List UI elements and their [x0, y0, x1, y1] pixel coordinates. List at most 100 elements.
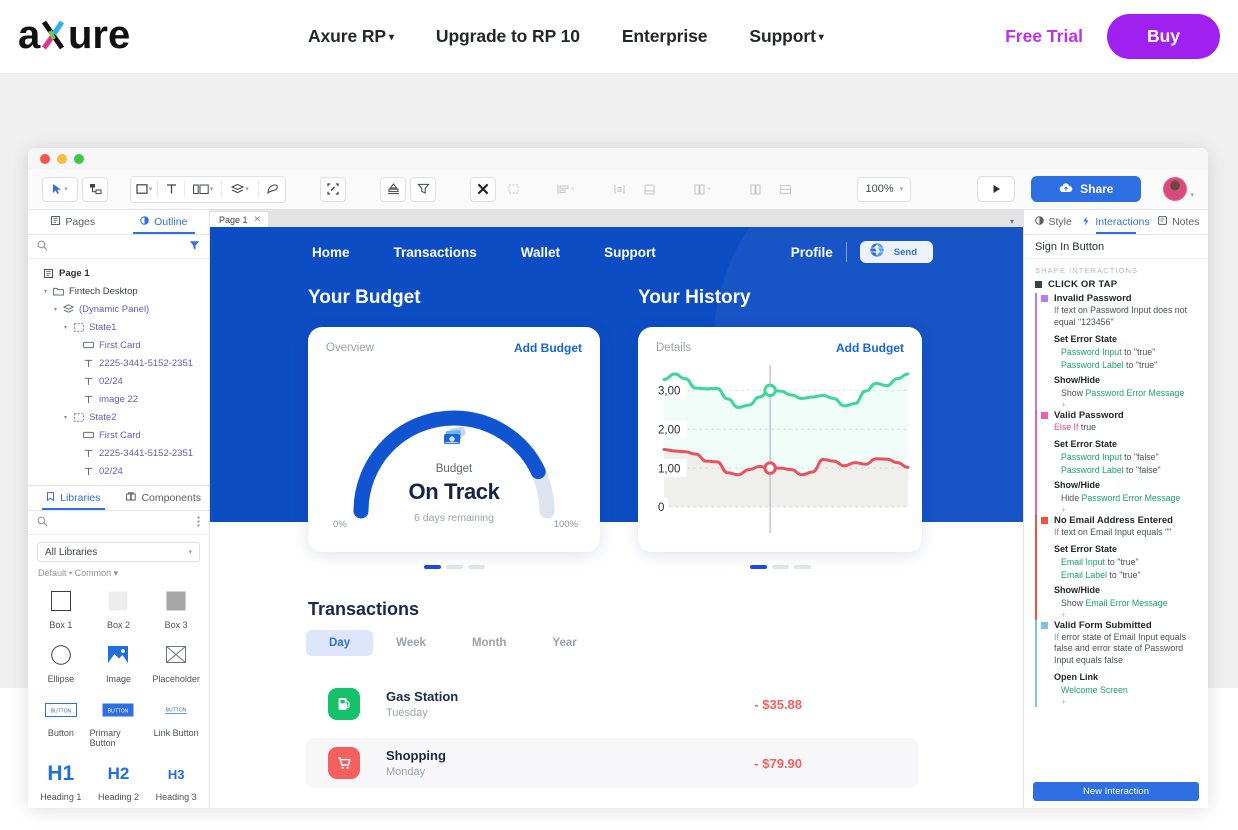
tree-node-02-24[interactable]: 02/24 — [28, 372, 209, 390]
add-budget-link-2[interactable]: Add Budget — [836, 341, 904, 355]
tab-libraries[interactable]: Libraries — [28, 486, 119, 510]
history-pagination-dots[interactable] — [638, 565, 922, 569]
dot-1[interactable] — [424, 565, 441, 569]
tab-style[interactable]: Style — [1024, 210, 1082, 234]
filter-icon[interactable] — [189, 238, 200, 256]
connector-tool-button[interactable] — [82, 177, 108, 202]
search-icon[interactable] — [37, 514, 48, 532]
library-item-heading-2[interactable]: H2Heading 2 — [90, 754, 148, 808]
tree-node-first-card[interactable]: First Card — [28, 336, 209, 354]
library-item-button[interactable]: BUTTONButton — [32, 690, 90, 754]
tab-interactions[interactable]: Interactions — [1082, 210, 1149, 234]
range-tab-month[interactable]: Month — [449, 630, 529, 656]
library-breadcrumb[interactable]: Default • Common ▾ — [28, 562, 209, 582]
add-action-button[interactable]: + — [1054, 697, 1208, 707]
buy-button[interactable]: Buy — [1107, 14, 1220, 59]
library-item-heading-3[interactable]: H3Heading 3 — [147, 754, 205, 808]
group-button[interactable] — [636, 177, 662, 202]
minimize-window-icon[interactable] — [57, 154, 67, 164]
tree-node-state1[interactable]: ▾State1 — [28, 318, 209, 336]
expand-arrow-icon[interactable]: ▾ — [44, 288, 52, 295]
page-tab[interactable]: Page 1 ✕ — [210, 212, 268, 227]
library-item-placeholder[interactable]: Placeholder — [147, 636, 205, 690]
expand-arrow-icon[interactable]: ▾ — [54, 306, 62, 313]
dot-2[interactable] — [772, 565, 789, 569]
tab-notes[interactable]: Notes — [1150, 210, 1208, 234]
prototype-nav-home[interactable]: Home — [312, 245, 350, 260]
interaction-case-invalid-password[interactable]: Invalid PasswordIf text on Password Inpu… — [1035, 293, 1208, 410]
nav-item-upgrade[interactable]: Upgrade to RP 10 — [436, 26, 580, 47]
stack-view-button[interactable] — [772, 177, 798, 202]
tree-node-page-1[interactable]: Page 1 — [28, 264, 209, 282]
dot-3[interactable] — [794, 565, 811, 569]
axure-logo[interactable]: a ure — [18, 12, 168, 62]
library-select[interactable]: All Libraries ▾ — [37, 542, 200, 562]
table-row[interactable]: Gas Station Tuesday - $35.88 — [306, 679, 918, 729]
interaction-case-valid-form-submitted[interactable]: Valid Form SubmittedIf error state of Em… — [1035, 620, 1208, 708]
more-options-icon[interactable] — [197, 514, 200, 532]
add-budget-link[interactable]: Add Budget — [514, 341, 582, 355]
interaction-case-no-email-address-entered[interactable]: No Email Address EnteredIf text on Email… — [1035, 515, 1208, 620]
maximize-window-icon[interactable] — [74, 154, 84, 164]
library-item-box-3[interactable]: Box 3 — [147, 582, 205, 636]
library-item-heading-1[interactable]: H1Heading 1 — [32, 754, 90, 808]
table-row[interactable]: Shopping Monday - $79.90 — [306, 738, 918, 788]
range-tab-day[interactable]: Day — [306, 630, 373, 656]
distribute-h-button[interactable] — [606, 177, 632, 202]
tab-components[interactable]: Components — [119, 486, 210, 510]
library-item-primary-button[interactable]: BUTTONPrimary Button — [90, 690, 148, 754]
prototype-nav-transactions[interactable]: Transactions — [394, 245, 477, 260]
new-interaction-button[interactable]: New Interaction — [1033, 782, 1199, 801]
dot-1[interactable] — [750, 565, 767, 569]
interaction-cases-list[interactable]: Invalid PasswordIf text on Password Inpu… — [1024, 293, 1208, 777]
dot-3[interactable] — [468, 565, 485, 569]
pen-tool-button[interactable] — [259, 177, 285, 202]
send-button[interactable]: Send — [860, 241, 933, 263]
library-item-image[interactable]: Image — [90, 636, 148, 690]
zoom-level-select[interactable]: 100% ▾ — [857, 177, 911, 202]
range-tab-year[interactable]: Year — [529, 630, 599, 656]
layer-order-button[interactable]: ▾ — [684, 177, 720, 202]
add-action-button[interactable]: + — [1054, 505, 1208, 515]
tab-outline[interactable]: Outline — [119, 210, 210, 234]
tree-node-02-24[interactable]: 02/24 — [28, 462, 209, 480]
expand-arrow-icon[interactable]: ▾ — [64, 414, 72, 421]
preview-button[interactable] — [977, 176, 1015, 202]
add-action-button[interactable]: + — [1054, 610, 1208, 620]
search-icon[interactable] — [37, 238, 48, 256]
transform-tool-button[interactable] — [470, 177, 496, 202]
library-item-box-1[interactable]: Box 1 — [32, 582, 90, 636]
tree-node-state2[interactable]: ▾State2 — [28, 408, 209, 426]
select-tool-button[interactable]: ▾ — [42, 177, 78, 202]
free-trial-link[interactable]: Free Trial — [1005, 26, 1083, 47]
library-item-ellipse[interactable]: Ellipse — [32, 636, 90, 690]
tree-node-first-card[interactable]: First Card — [28, 426, 209, 444]
budget-pagination-dots[interactable] — [308, 565, 600, 569]
chevron-down-icon[interactable]: ▾ — [1010, 217, 1014, 226]
share-button[interactable]: Share — [1031, 176, 1141, 202]
tab-pages[interactable]: Pages — [28, 210, 119, 234]
nav-item-axure-rp[interactable]: Axure RP▾ — [308, 26, 394, 47]
library-item-box-2[interactable]: Box 2 — [90, 582, 148, 636]
dot-2[interactable] — [446, 565, 463, 569]
user-account-menu[interactable]: ▾ — [1163, 177, 1194, 201]
nav-item-support[interactable]: Support▾ — [749, 26, 823, 47]
tree-node-2225-3441-5152-2351[interactable]: 2225-3441-5152-2351 — [28, 354, 209, 372]
snap-tool-button[interactable] — [500, 177, 526, 202]
close-window-icon[interactable] — [40, 154, 50, 164]
expand-arrow-icon[interactable]: ▾ — [64, 324, 72, 331]
nav-item-enterprise[interactable]: Enterprise — [622, 26, 708, 47]
layout-tool-button[interactable]: ▾ — [185, 177, 221, 202]
prototype-canvas[interactable]: Home Transactions Wallet Support Profile… — [210, 227, 1023, 808]
add-action-button[interactable]: + — [1054, 400, 1208, 410]
resize-canvas-button[interactable] — [320, 177, 346, 202]
tree-node-2225-3441-5152-2351[interactable]: 2225-3441-5152-2351 — [28, 444, 209, 462]
split-view-button[interactable] — [742, 177, 768, 202]
history-card[interactable]: Details Add Budget 01,002,003,00 — [638, 327, 922, 552]
tree-node-image-22[interactable]: image 22 — [28, 390, 209, 408]
prototype-nav-support[interactable]: Support — [604, 245, 656, 260]
tree-node-dynamic-panel[interactable]: ▾(Dynamic Panel) — [28, 300, 209, 318]
range-tab-week[interactable]: Week — [373, 630, 449, 656]
prototype-profile-link[interactable]: Profile — [791, 245, 833, 260]
close-icon[interactable]: ✕ — [254, 214, 262, 225]
